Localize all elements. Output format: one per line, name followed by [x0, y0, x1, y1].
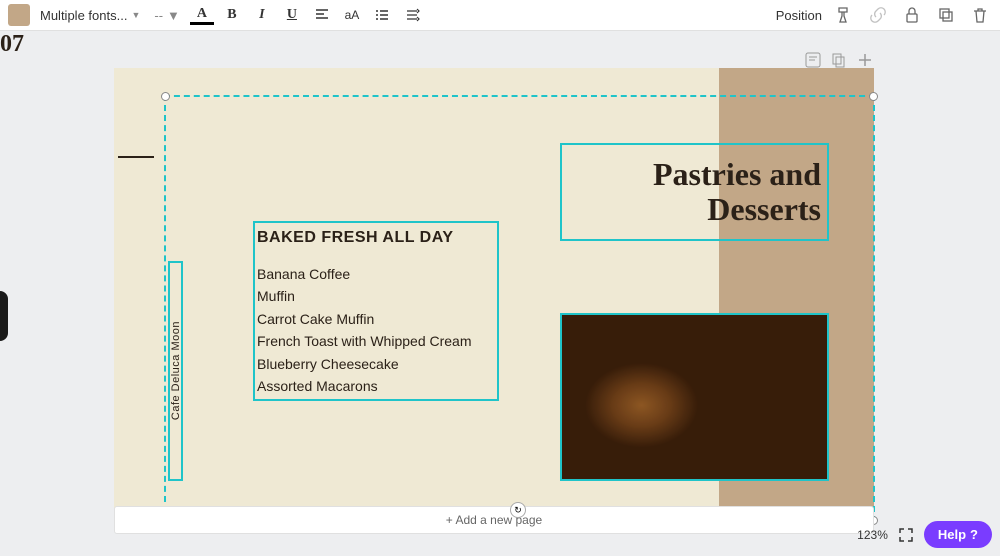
font-family-dropdown[interactable]: Multiple fonts... ▼	[36, 8, 144, 23]
link-icon	[869, 6, 887, 24]
position-button[interactable]: Position	[776, 8, 822, 23]
sync-icon[interactable]: ↻	[510, 502, 526, 518]
menu-text-box[interactable]: BAKED FRESH ALL DAY Banana Coffee Muffin…	[253, 221, 499, 401]
list-button[interactable]	[370, 3, 394, 27]
chevron-down-icon: ▼	[131, 10, 140, 20]
copy-page-icon[interactable]	[830, 51, 848, 69]
lock-button[interactable]	[900, 3, 924, 27]
bold-button[interactable]: B	[220, 3, 244, 27]
add-icon[interactable]	[856, 51, 874, 69]
toolbar-left: Multiple fonts... ▼ -- ▼ A B I U aA	[8, 3, 424, 27]
text-color-button[interactable]: A	[190, 5, 214, 25]
list-item: French Toast with Whipped Cream	[257, 330, 495, 352]
canvas-area[interactable]: 07 Cafe Deluca Moon BAKED FRESH ALL DAY …	[0, 31, 1000, 556]
font-size-value: --	[154, 8, 163, 23]
list-item: Banana Coffee	[257, 263, 495, 285]
add-page-label: + Add a new page	[446, 513, 542, 527]
help-button[interactable]: Help ?	[924, 521, 992, 548]
font-family-label: Multiple fonts...	[40, 8, 127, 23]
duplicate-icon	[937, 6, 955, 24]
font-size-dropdown[interactable]: -- ▼	[150, 8, 184, 23]
page-actions	[804, 51, 874, 69]
side-label-text[interactable]: Cafe Deluca Moon	[168, 261, 183, 481]
pastry-image[interactable]	[560, 313, 829, 481]
list-icon	[374, 7, 390, 23]
help-question-mark: ?	[970, 527, 978, 542]
list-item: Assorted Macarons	[257, 375, 495, 397]
toolbar-right: Position	[776, 3, 992, 27]
side-panel-tab[interactable]	[0, 291, 8, 341]
spacing-icon	[404, 7, 420, 23]
bottom-right-controls: 123% Help ?	[857, 521, 992, 548]
underline-button[interactable]: U	[280, 3, 304, 27]
color-swatch[interactable]	[8, 4, 30, 26]
duplicate-button[interactable]	[934, 3, 958, 27]
spacing-button[interactable]	[400, 3, 424, 27]
side-label-value: Cafe Deluca Moon	[170, 321, 182, 420]
zoom-level[interactable]: 123%	[857, 528, 888, 542]
italic-button[interactable]: I	[250, 3, 274, 27]
menu-heading: BAKED FRESH ALL DAY	[257, 229, 495, 247]
list-item: Carrot Cake Muffin	[257, 308, 495, 330]
trash-icon	[971, 6, 989, 24]
fullscreen-icon[interactable]	[898, 527, 914, 543]
add-page-button[interactable]: + Add a new page	[114, 506, 874, 534]
align-button[interactable]	[310, 3, 334, 27]
lock-icon	[903, 6, 921, 24]
pastry-image-content	[562, 315, 827, 479]
list-item: Blueberry Cheesecake	[257, 353, 495, 375]
page-number-value: 07	[0, 31, 24, 57]
list-item: Muffin	[257, 285, 495, 307]
delete-button[interactable]	[968, 3, 992, 27]
link-button[interactable]	[866, 3, 890, 27]
format-painter-icon	[835, 6, 853, 24]
text-case-button[interactable]: aA	[340, 3, 364, 27]
title-text: Pastries and Desserts	[568, 157, 821, 227]
top-toolbar: Multiple fonts... ▼ -- ▼ A B I U aA Posi…	[0, 0, 1000, 31]
note-icon[interactable]	[804, 51, 822, 69]
help-label: Help	[938, 527, 966, 542]
align-icon	[314, 7, 330, 23]
rule-line	[118, 156, 154, 158]
title-text-box[interactable]: Pastries and Desserts	[560, 143, 829, 241]
format-painter-button[interactable]	[832, 3, 856, 27]
chevron-down-icon: ▼	[167, 8, 180, 23]
